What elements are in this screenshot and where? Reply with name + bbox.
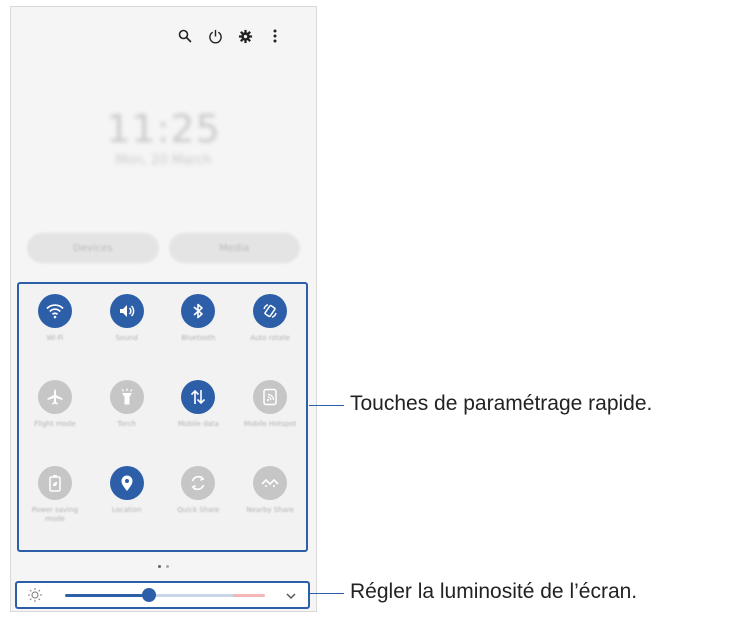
brightness-bar [15,581,310,609]
quick-settings-grid: Wi-Fi Sound Bluetooth Auto rotate Flight… [19,294,306,536]
tile-torch[interactable]: Torch [91,380,163,450]
tile-wifi[interactable]: Wi-Fi [19,294,91,364]
notification-panel: 11:25 Mon, 20 March Devices Media Wi-Fi … [10,6,317,612]
tile-auto-rotate[interactable]: Auto rotate [234,294,306,364]
tile-label: Mobile data [177,420,219,428]
callout-quick-settings: Touches de paramétrage rapide. [350,392,653,415]
clock-date: Mon, 20 March [115,153,212,168]
tile-label: Flight mode [34,420,76,428]
sound-icon [109,294,144,328]
tile-mobile-data[interactable]: Mobile data [163,380,235,450]
media-button[interactable]: Media [168,233,300,263]
tile-power-saving[interactable]: Power saving mode [19,466,91,536]
brightness-sun-icon [27,587,43,607]
power-icon[interactable] [206,27,224,45]
quick-settings-panel: Wi-Fi Sound Bluetooth Auto rotate Flight… [17,282,308,552]
tile-label: Location [111,506,142,514]
brightness-track[interactable] [65,594,265,597]
callout-brightness: Régler la luminosité de l’écran. [350,580,638,603]
tile-label: Quick Share [177,506,220,514]
callout-line-brightness [309,593,344,594]
tile-mobile-hotspot[interactable]: Mobile Hotspot [234,380,306,450]
tile-label: Wi-Fi [46,334,64,342]
tile-label: Mobile Hotspot [243,420,297,428]
more-vertical-icon[interactable] [266,27,284,45]
device-media-row: Devices Media [27,233,300,263]
gear-icon[interactable] [236,27,254,45]
tile-label: Auto rotate [250,334,290,342]
search-icon[interactable] [176,27,194,45]
page-indicator [11,565,316,568]
tile-label: Power saving mode [31,506,79,523]
wifi-icon [37,294,72,328]
tile-label: Torch [117,420,136,428]
torch-icon [109,380,144,414]
bluetooth-icon [181,294,216,328]
battery-icon [37,466,72,500]
callout-line-quick-settings [309,405,344,406]
tile-quick-share[interactable]: Quick Share [163,466,235,536]
page-dot-active [158,565,161,568]
auto-rotate-icon [253,294,288,328]
hotspot-icon [253,380,288,414]
tile-label: Bluetooth [181,334,216,342]
tile-nearby-share[interactable]: Nearby Share [234,466,306,536]
clock-time: 11:25 [106,107,221,151]
page-dot [166,565,169,568]
quick-share-icon [181,466,216,500]
airplane-icon [37,380,72,414]
mobile-data-icon [181,380,216,414]
devices-button[interactable]: Devices [27,233,159,263]
tile-location[interactable]: Location [91,466,163,536]
tile-label: Nearby Share [246,506,294,514]
status-bar-icons [176,27,284,45]
location-icon [109,466,144,500]
tile-bluetooth[interactable]: Bluetooth [163,294,235,364]
nearby-share-icon [253,466,288,500]
brightness-slider-thumb[interactable] [142,588,156,602]
tile-label: Sound [115,334,138,342]
chevron-down-icon[interactable] [284,588,298,607]
tile-flight-mode[interactable]: Flight mode [19,380,91,450]
tile-sound[interactable]: Sound [91,294,163,364]
